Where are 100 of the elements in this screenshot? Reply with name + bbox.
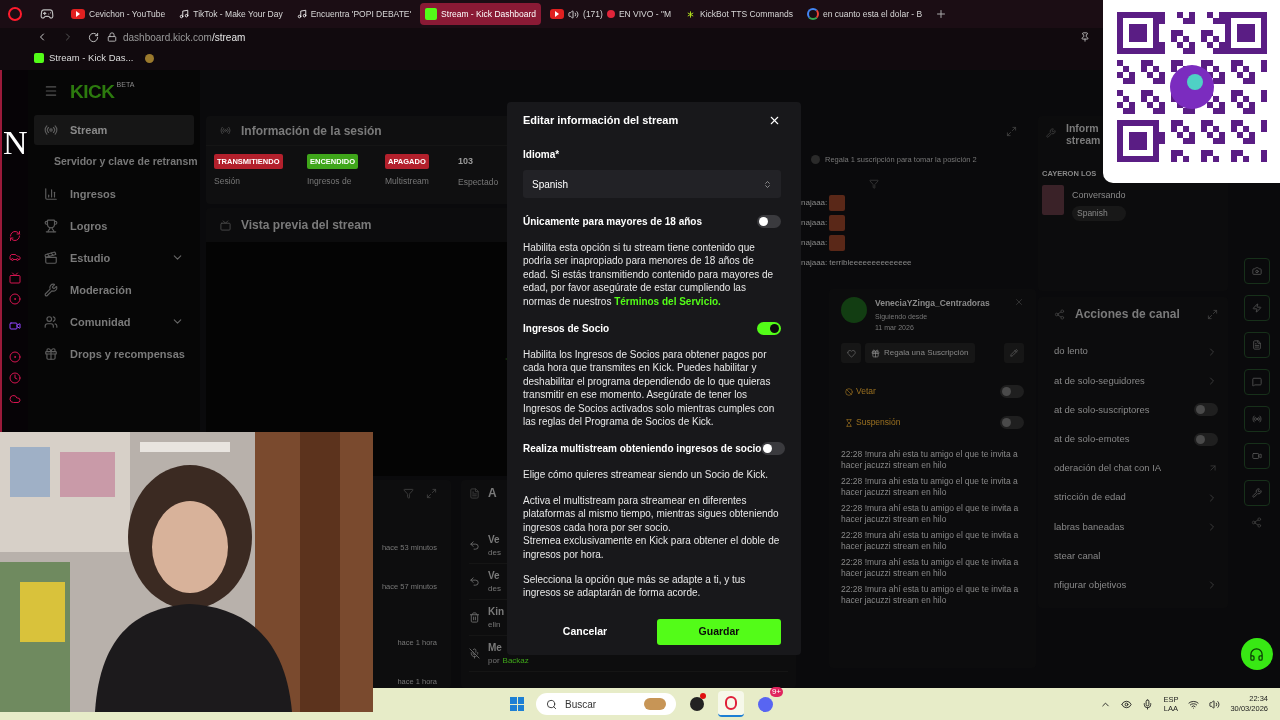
message-history-line: 22:28 !mura ahí esta tu amigo el que te invita a hacer jacuzzi stream en hilo — [841, 557, 1020, 579]
channel-action[interactable]: nfigurar objetivos — [1054, 570, 1218, 600]
wrench-icon — [44, 283, 58, 297]
pin-icon[interactable] — [1080, 32, 1090, 42]
chat-username[interactable]: najaaa: — [801, 257, 828, 270]
taskbar-search-field[interactable]: Buscar — [536, 693, 676, 715]
nav-item[interactable]: Logros — [34, 211, 194, 241]
cancel-button[interactable]: Cancelar — [523, 619, 647, 645]
field-label: Idioma* — [523, 148, 561, 162]
search-icon — [546, 698, 557, 710]
message-history-line: 22:28 !mura ahí esta tu amigo el que te invita a hacer jacuzzi stream en hilo — [841, 530, 1020, 552]
address-field[interactable]: dashboard.kick.com/stream — [123, 29, 246, 45]
eye-icon[interactable] — [1121, 698, 1133, 710]
close-icon[interactable] — [768, 114, 781, 127]
nav-item[interactable]: Moderación — [34, 275, 194, 305]
gamepad-icon[interactable] — [40, 7, 54, 21]
expand-icon[interactable] — [1207, 308, 1218, 320]
terms-link[interactable]: Términos del Servicio. — [614, 295, 721, 307]
ban-icon — [845, 387, 853, 396]
speaker-icon[interactable] — [568, 8, 580, 20]
channel-action[interactable]: do lento — [1054, 337, 1218, 367]
chart-icon — [44, 187, 58, 201]
panel-title: A — [488, 485, 497, 502]
toggle-switch[interactable] — [1194, 403, 1218, 417]
trash-icon — [469, 612, 480, 623]
chat-username[interactable]: najaaa: — [801, 197, 828, 210]
heart-icon — [846, 348, 856, 358]
nav-item[interactable]: Drops y recompensas — [34, 339, 194, 369]
language-select[interactable]: Spanish — [523, 170, 781, 198]
reload-icon[interactable] — [88, 31, 99, 43]
gift-icon — [871, 348, 880, 358]
channel-action[interactable]: oderación del chat con IA — [1054, 453, 1218, 483]
video-icon — [550, 9, 565, 19]
activity-title: Ve — [488, 569, 501, 583]
channel-action[interactable]: at de solo-emotes — [1054, 424, 1218, 454]
external-link-icon — [1208, 463, 1218, 474]
sidebar-app-icon[interactable] — [9, 393, 21, 405]
channel-action[interactable]: stear canal — [1054, 541, 1218, 571]
menu-icon[interactable] — [44, 84, 58, 98]
follow-button[interactable] — [841, 343, 861, 363]
nav-item[interactable]: Ingresos — [34, 179, 194, 209]
browser-tab[interactable]: (171) EN VIVO - "M — [545, 3, 677, 25]
toggle-switch[interactable] — [1000, 416, 1024, 429]
channel-action[interactable]: at de solo-suscriptores — [1054, 395, 1218, 425]
mod-action-label: Suspensión — [856, 416, 902, 429]
setting-description: Selecciona la opción que más se adapte a ti, y tus ingresos se adaptarán de forma acorde. — [523, 572, 747, 600]
panel-title: Información de la sesión — [241, 122, 382, 140]
activity-subtitle: des — [488, 547, 501, 559]
toggle-switch[interactable] — [757, 321, 781, 335]
volume-icon[interactable] — [1209, 698, 1221, 710]
tool-button[interactable] — [1243, 332, 1270, 358]
microphone-icon[interactable] — [1142, 698, 1154, 710]
browser-tab[interactable]: en cuanto esta el dolar - B — [801, 3, 928, 25]
browser-tab[interactable]: TikTok - Make Your Day — [174, 3, 288, 25]
setting-description: Habilita esta opción si tu stream tiene contenido que podría ser inapropiado para menores de 18 años de edad. Si estás transmitiendo contenido para mayores de edad, por favor asegúrate de estar cumpliendo las normas de nuestros Términos del Servicio. — [523, 241, 775, 309]
gift-sub-button[interactable]: Regala una Suscripción — [865, 343, 975, 363]
setting-description: Stremea exclusivamente en Kick para obtener el doble de ingresos por hora. — [523, 534, 781, 561]
toggle-switch[interactable] — [761, 441, 786, 455]
chat-username[interactable]: najaaa: — [801, 217, 828, 230]
toggle-switch[interactable] — [1194, 432, 1218, 446]
channel-action[interactable]: labras baneadas — [1054, 512, 1218, 542]
username-link[interactable]: Backaz — [502, 655, 529, 667]
setting-description: Activa el multistream para streamear en diferentes plataformas al mismo tiempo, mientras sigues obteniendo ingresos cada hora por ser socio. — [523, 493, 780, 535]
users-icon — [44, 315, 58, 329]
chat-username[interactable]: najaaa: — [801, 237, 828, 250]
sidebar-app-icon[interactable] — [9, 251, 21, 263]
sidebar-app-icon[interactable] — [9, 320, 21, 332]
expand-icon[interactable] — [1006, 125, 1017, 137]
chat-icon — [1251, 377, 1262, 387]
browser-tab[interactable]: KickBot TTS Commands — [680, 3, 798, 25]
actions-icon — [1054, 308, 1065, 320]
clock-icon[interactable] — [9, 372, 21, 384]
sidebar-app-icon[interactable] — [9, 293, 21, 305]
toggle-switch[interactable] — [757, 214, 781, 228]
pencil-icon — [1010, 349, 1018, 357]
browser-tab[interactable]: Cevichon - YouTube — [66, 3, 171, 25]
sidebar-app-icon[interactable] — [9, 351, 21, 363]
nav-item[interactable]: Stream — [34, 115, 194, 145]
sidebar-app-icon[interactable] — [9, 272, 21, 284]
panel-title: Acciones de canal — [1075, 306, 1181, 323]
browser-tab[interactable]: Stream - Kick Dashboard — [420, 3, 542, 25]
windows-start-icon[interactable] — [510, 697, 524, 711]
new-tab-button[interactable] — [935, 8, 948, 20]
message-history-line: 22:28 !mura ahí esta tu amigo el que te invita a hacer jacuzzi stream en hilo — [841, 584, 1020, 606]
channel-action[interactable]: stricción de edad — [1054, 482, 1218, 513]
nav-item[interactable]: Comunidad — [34, 307, 194, 337]
broadcast-icon — [44, 123, 58, 137]
browser-tab[interactable]: Encuentra 'POPI DEBATE' — [291, 3, 417, 25]
bookmark[interactable]: Stream - Kick Das... — [49, 50, 134, 66]
channel-action[interactable]: at de solo-seguidores — [1054, 366, 1218, 396]
sidebar-app-icon[interactable] — [9, 230, 21, 242]
network-icon[interactable] — [1188, 698, 1200, 710]
toggle-switch[interactable] — [1000, 385, 1024, 398]
emote-icon — [829, 235, 846, 252]
globe-icon — [806, 8, 819, 20]
browser-logo-icon — [8, 7, 22, 21]
document-icon — [469, 487, 480, 499]
nav-item[interactable]: Estudio — [34, 243, 194, 273]
support-button[interactable] — [1240, 638, 1273, 670]
save-button[interactable]: Guardar — [657, 619, 781, 645]
